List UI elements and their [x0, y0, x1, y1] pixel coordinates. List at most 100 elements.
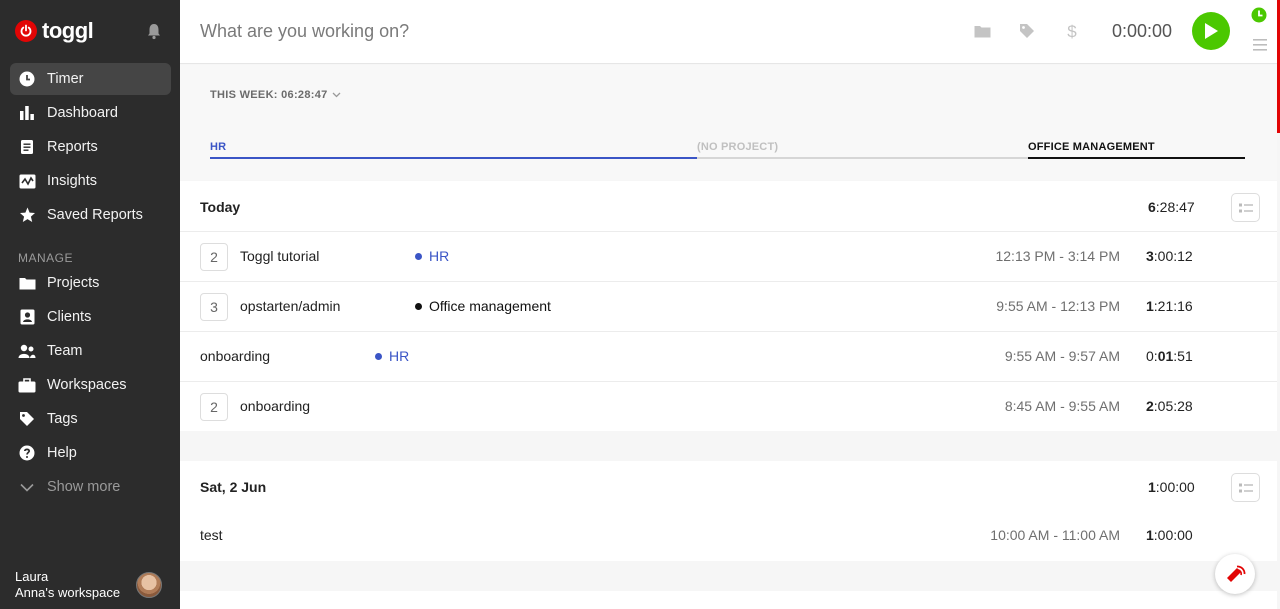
entry-duration[interactable]: 1:21:16: [1146, 298, 1193, 314]
sidebar-item-team[interactable]: Team: [10, 335, 171, 367]
entry-project[interactable]: Office management: [415, 298, 551, 314]
play-icon: [1205, 23, 1218, 39]
time-entry-row[interactable]: 2 onboarding 8:45 AM - 9:55 AM 2:05:28: [180, 381, 1277, 431]
entry-time-range[interactable]: 8:45 AM - 9:55 AM: [1005, 398, 1120, 414]
avatar[interactable]: [136, 572, 162, 598]
week-project-office-management[interactable]: OFFICE MANAGEMENT: [1028, 141, 1245, 159]
sidebar-item-label: Insights: [47, 173, 97, 189]
entry-time-range[interactable]: 12:13 PM - 3:14 PM: [995, 248, 1120, 264]
sidebar-item-insights[interactable]: Insights: [10, 165, 171, 197]
entry-time-range[interactable]: 9:55 AM - 9:57 AM: [1005, 348, 1120, 364]
time-entry-row[interactable]: onboarding HR 9:55 AM - 9:57 AM 0:01:51: [180, 331, 1277, 381]
manage-section-label: MANAGE: [18, 251, 74, 265]
entry-description[interactable]: onboarding: [240, 398, 310, 414]
help-icon: [18, 444, 36, 462]
chevron-down-icon: [332, 92, 341, 98]
sidebar-item-dashboard[interactable]: Dashboard: [10, 97, 171, 129]
tag-icon[interactable]: [1018, 22, 1036, 40]
week-total-label: THIS WEEK: 06:28:47: [210, 89, 328, 101]
team-icon: [18, 342, 36, 360]
sidebar-item-label: Help: [47, 445, 77, 461]
user-name: Laura: [15, 569, 49, 584]
time-entry-row[interactable]: test 10:00 AM - 11:00 AM 1:00:00: [180, 511, 1277, 561]
entry-project-label: HR: [429, 248, 450, 264]
entry-group-count[interactable]: 2: [200, 393, 228, 421]
day-group-today: Today 6:28:47 2 Toggl tutorial HR 12:13 …: [180, 181, 1277, 431]
project-color-dot: [375, 352, 382, 360]
toggl-logo[interactable]: toggl: [15, 18, 94, 44]
project-folder-icon[interactable]: [973, 22, 991, 40]
sidebar-item-clients[interactable]: Clients: [10, 301, 171, 333]
chevron-down-icon: [18, 478, 36, 496]
entry-description[interactable]: opstarten/admin: [240, 298, 340, 314]
timer-mode-clock-icon[interactable]: [1251, 7, 1267, 23]
project-color-dot: [415, 252, 422, 260]
timer-display: 0:00:00: [1112, 21, 1173, 41]
entry-time-range[interactable]: 10:00 AM - 11:00 AM: [990, 527, 1120, 543]
sidebar-item-label: Team: [47, 343, 83, 359]
list-icon: [1238, 483, 1253, 492]
sidebar-item-tags[interactable]: Tags: [10, 403, 171, 435]
week-project-label: (NO PROJECT): [697, 141, 779, 153]
start-timer-button[interactable]: [1192, 12, 1230, 50]
support-chat-button[interactable]: [1215, 554, 1255, 594]
bar-chart-icon: [18, 104, 36, 122]
entry-time-range[interactable]: 9:55 AM - 12:13 PM: [996, 298, 1120, 314]
document-icon: [18, 138, 36, 156]
entry-description[interactable]: Toggl tutorial: [240, 248, 319, 264]
entry-description[interactable]: onboarding: [200, 348, 270, 364]
sidebar-item-label: Show more: [47, 479, 121, 495]
description-input[interactable]: [200, 18, 900, 44]
sidebar-item-label: Workspaces: [47, 377, 127, 393]
client-icon: [18, 308, 36, 326]
folder-icon: [18, 274, 36, 292]
power-icon: [15, 20, 37, 42]
sidebar-item-projects[interactable]: Projects: [10, 267, 171, 299]
week-project-hr[interactable]: HR: [210, 141, 697, 159]
time-entry-row[interactable]: 2 Toggl tutorial HR 12:13 PM - 3:14 PM 3…: [180, 231, 1277, 281]
entry-project[interactable]: HR: [375, 348, 409, 364]
entry-group-count[interactable]: 3: [200, 293, 228, 321]
day-total: 1:00:00: [1148, 479, 1195, 495]
sidebar-item-reports[interactable]: Reports: [10, 131, 171, 163]
entry-duration[interactable]: 0:01:51: [1146, 348, 1193, 364]
entry-group-count[interactable]: 2: [200, 243, 228, 271]
entry-duration[interactable]: 1:00:00: [1146, 527, 1193, 543]
entry-project[interactable]: HR: [415, 248, 449, 264]
entry-description[interactable]: test: [200, 527, 223, 543]
day-header: Sat, 2 Jun 1:00:00: [180, 461, 1277, 511]
week-project-bar: [210, 157, 697, 159]
entry-duration[interactable]: 3:00:12: [1146, 248, 1193, 264]
time-entry-row[interactable]: 3 opstarten/admin Office management 9:55…: [180, 281, 1277, 331]
day-total: 6:28:47: [1148, 199, 1195, 215]
week-project-label: HR: [210, 141, 227, 153]
sidebar-item-label: Dashboard: [47, 105, 118, 121]
entry-duration[interactable]: 2:05:28: [1146, 398, 1193, 414]
sidebar-item-saved-reports[interactable]: Saved Reports: [10, 199, 171, 231]
sidebar-item-show-more[interactable]: Show more: [10, 471, 171, 503]
week-project-label: OFFICE MANAGEMENT: [1028, 141, 1155, 153]
insights-icon: [18, 172, 36, 190]
bulk-edit-button[interactable]: [1231, 473, 1260, 502]
manual-mode-list-icon[interactable]: [1253, 38, 1267, 51]
billable-dollar-icon[interactable]: $: [1063, 22, 1081, 40]
day-title: Today: [200, 199, 241, 215]
support-icon: [1227, 565, 1246, 582]
list-icon: [1238, 203, 1253, 212]
sidebar-item-help[interactable]: Help: [10, 437, 171, 469]
star-icon: [18, 206, 36, 224]
user-info[interactable]: Laura Anna's workspace: [15, 569, 120, 601]
week-total[interactable]: THIS WEEK: 06:28:47: [210, 89, 341, 101]
clock-icon: [18, 70, 36, 88]
timer-bar: $ 0:00:00: [180, 0, 1280, 64]
notification-bell-icon[interactable]: [145, 22, 163, 40]
svg-text:$: $: [1067, 22, 1077, 40]
sidebar-item-label: Clients: [47, 309, 92, 325]
sidebar-item-workspaces[interactable]: Workspaces: [10, 369, 171, 401]
day-title: Sat, 2 Jun: [200, 479, 267, 495]
entry-project-label: HR: [389, 348, 410, 364]
sidebar-item-label: Timer: [47, 71, 84, 87]
bulk-edit-button[interactable]: [1231, 193, 1260, 222]
sidebar-item-timer[interactable]: Timer: [10, 63, 171, 95]
week-project-none[interactable]: (NO PROJECT): [697, 141, 1028, 159]
